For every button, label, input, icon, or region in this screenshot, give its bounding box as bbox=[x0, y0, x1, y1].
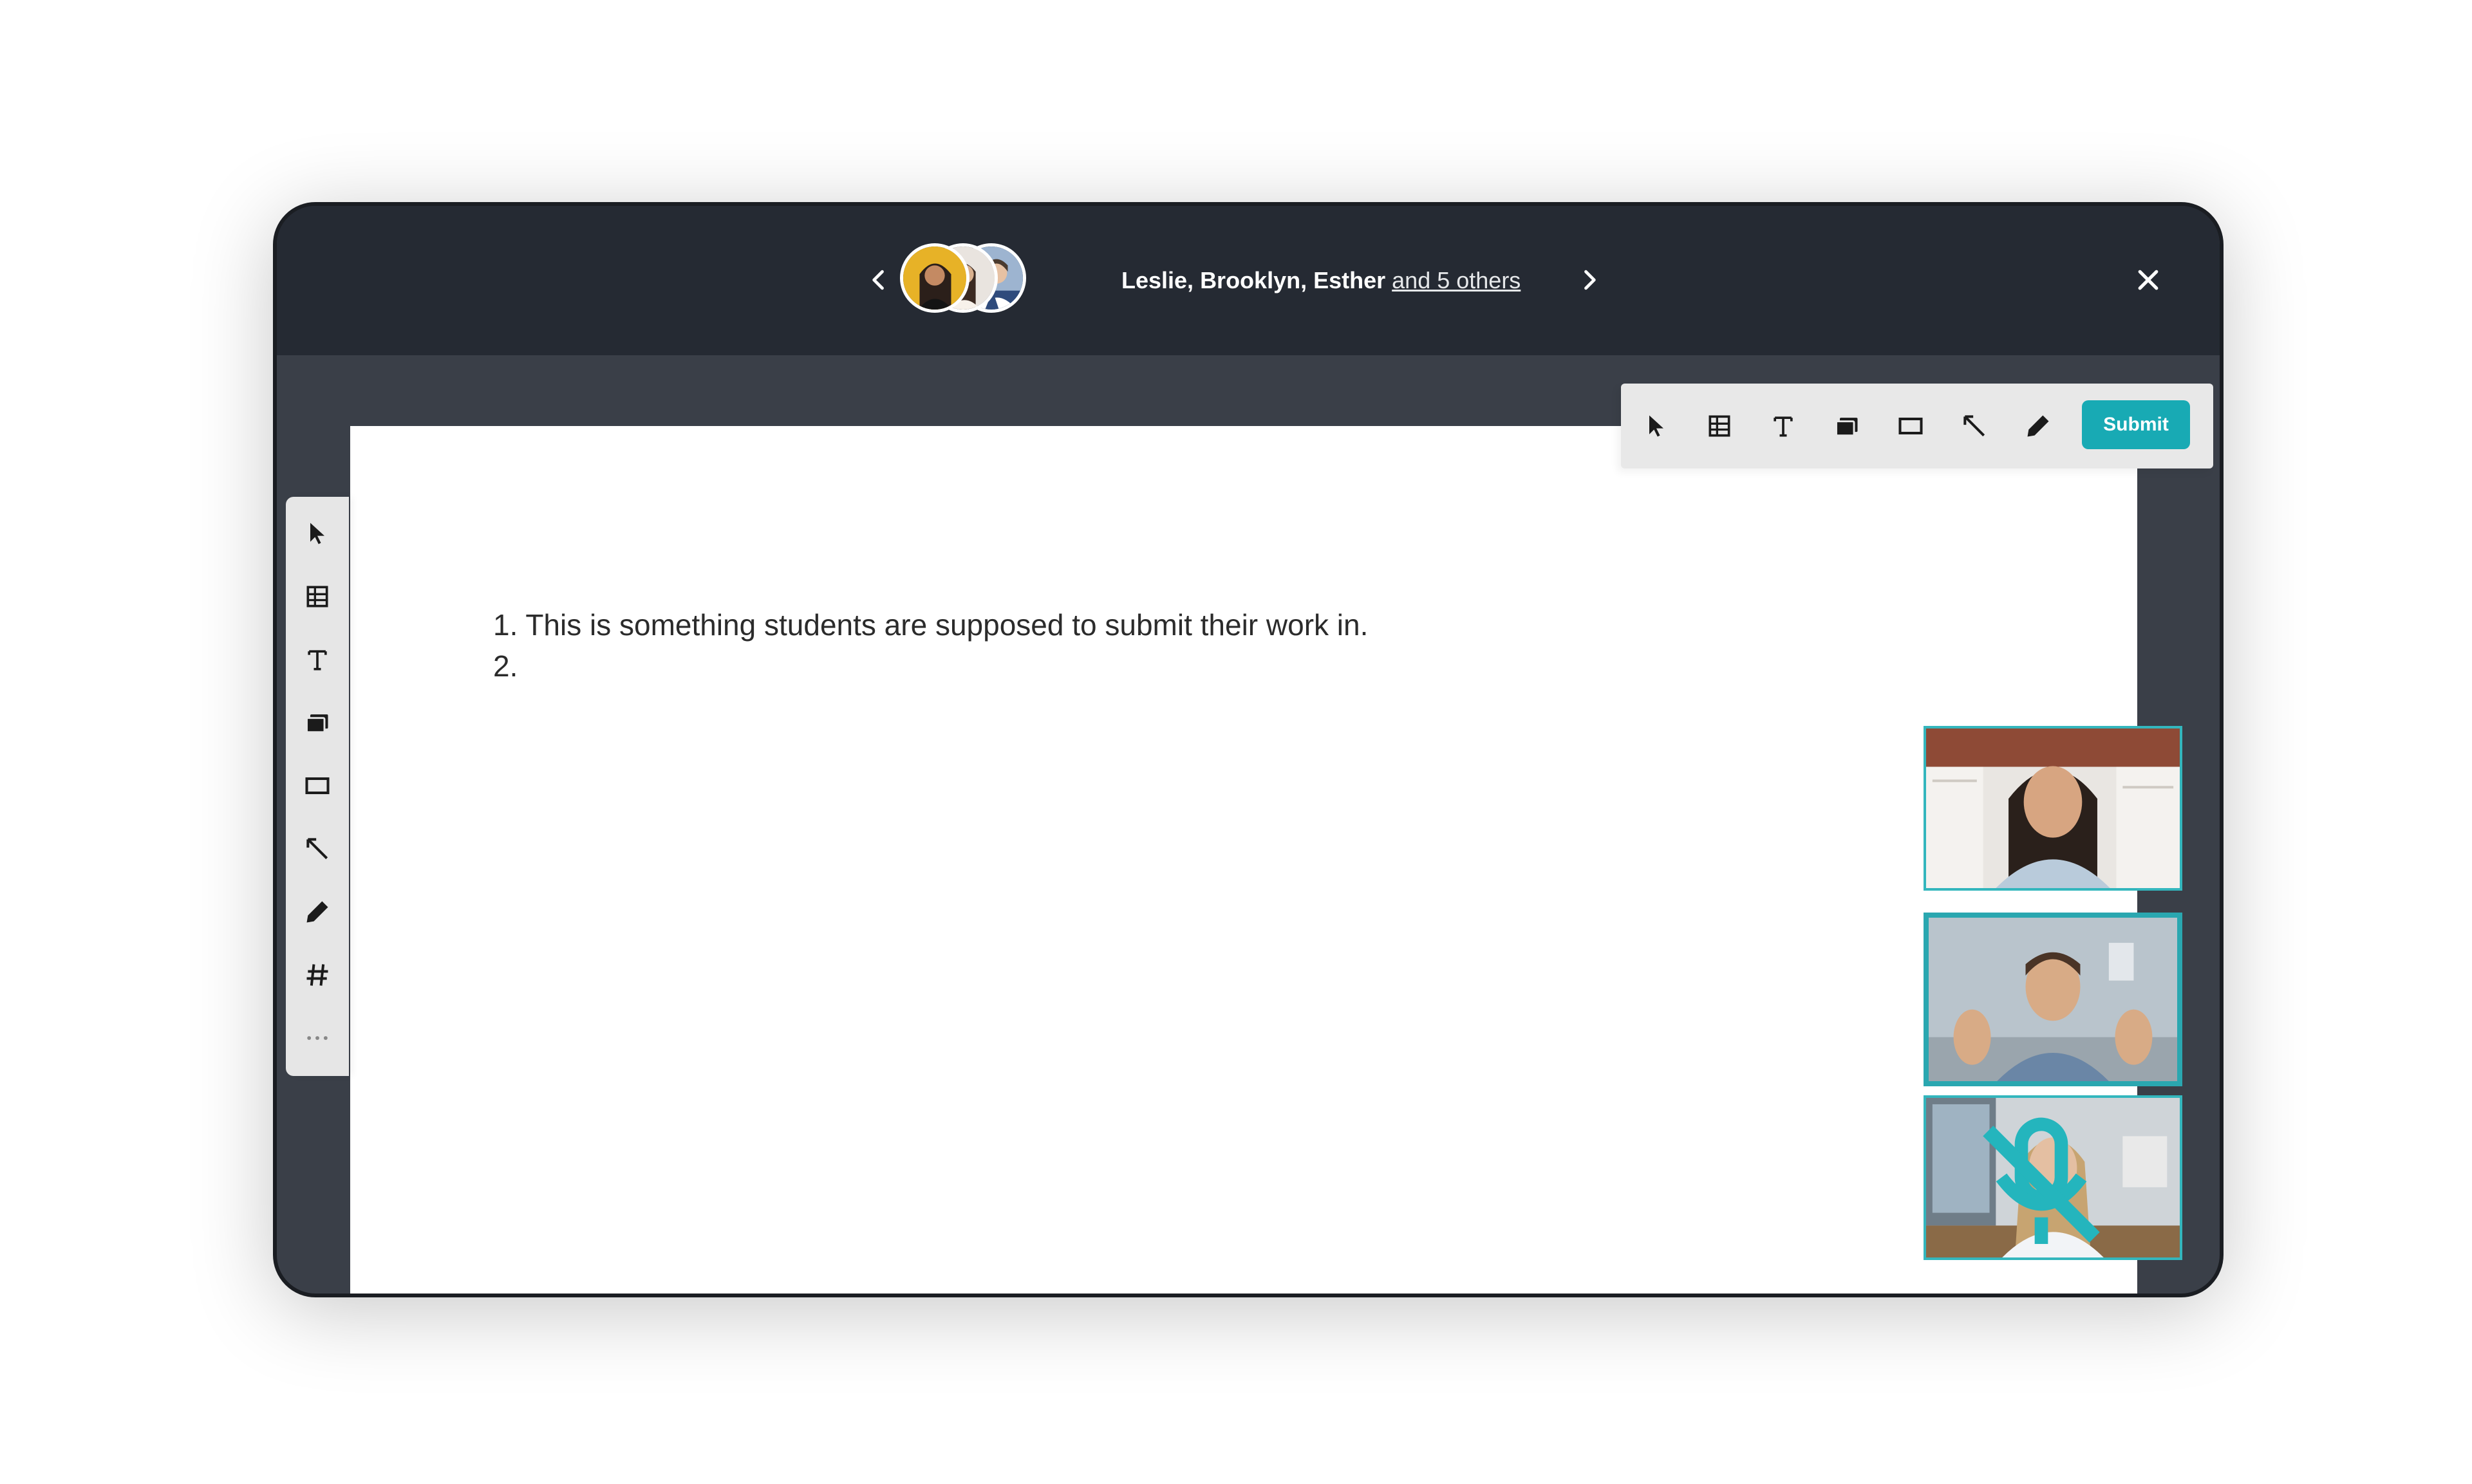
avatar-leslie bbox=[900, 243, 969, 313]
submit-button[interactable]: Submit bbox=[2082, 400, 2190, 449]
line-tool[interactable] bbox=[296, 828, 339, 870]
sticky-note-tool[interactable] bbox=[1826, 405, 1868, 447]
line-tool[interactable] bbox=[1953, 405, 1996, 447]
chevron-right-icon bbox=[1584, 270, 1596, 290]
document-line-1[interactable]: 1. This is something students are suppos… bbox=[493, 608, 1368, 642]
hashtag-icon bbox=[306, 964, 328, 986]
previous-button[interactable] bbox=[856, 257, 901, 302]
pen-tool[interactable] bbox=[296, 891, 339, 933]
participants-label: Leslie, Brooklyn, Esther and 5 others bbox=[1121, 266, 1521, 295]
cursor-icon bbox=[310, 523, 324, 544]
text-tool[interactable] bbox=[296, 638, 339, 681]
grid-tool[interactable] bbox=[296, 954, 339, 996]
close-button[interactable] bbox=[2126, 257, 2171, 302]
rectangle-tool[interactable] bbox=[296, 765, 339, 807]
sticky-note-tool[interactable] bbox=[296, 701, 339, 744]
participant-video-1[interactable] bbox=[1924, 726, 2182, 891]
video-feed-man-waving bbox=[1929, 918, 2177, 1081]
cursor-icon bbox=[1649, 415, 1663, 437]
table-tool[interactable] bbox=[1698, 405, 1741, 447]
participant-names: Leslie, Brooklyn, Esther bbox=[1121, 267, 1386, 293]
video-feed-woman-smiling bbox=[1926, 728, 2180, 888]
line-arrow-icon bbox=[306, 838, 328, 860]
whiteboard-canvas[interactable]: 1. This is something students are suppos… bbox=[350, 426, 2137, 1294]
document-line-2[interactable]: 2. bbox=[493, 649, 518, 683]
text-icon bbox=[1774, 416, 1793, 437]
header-bar: Leslie, Brooklyn, Esther and 5 others bbox=[277, 206, 2220, 355]
select-tool[interactable] bbox=[1635, 405, 1678, 447]
top-right-toolbar: Submit bbox=[1621, 384, 2213, 468]
chevron-left-icon bbox=[872, 270, 884, 290]
table-tool[interactable] bbox=[296, 575, 339, 618]
text-icon bbox=[308, 650, 327, 671]
select-tool[interactable] bbox=[296, 512, 339, 555]
next-button[interactable] bbox=[1567, 257, 1612, 302]
rectangle-icon bbox=[1898, 417, 1923, 435]
pen-icon bbox=[306, 901, 328, 923]
line-arrow-icon bbox=[1963, 415, 1985, 437]
participant-video-3[interactable] bbox=[1924, 1095, 2182, 1260]
sticky-note-icon bbox=[1835, 418, 1858, 437]
table-icon bbox=[306, 586, 328, 608]
microphone-muted-icon bbox=[1983, 1117, 2100, 1244]
more-dots-icon bbox=[307, 1036, 328, 1040]
more-tools-button[interactable] bbox=[296, 1017, 339, 1059]
app-window: Leslie, Brooklyn, Esther and 5 others 1.… bbox=[273, 202, 2224, 1297]
close-icon bbox=[2138, 270, 2158, 290]
table-icon bbox=[1709, 415, 1730, 437]
pen-tool[interactable] bbox=[2017, 405, 2059, 447]
participant-video-2[interactable] bbox=[1924, 913, 2182, 1086]
left-toolbar bbox=[286, 497, 349, 1076]
text-tool[interactable] bbox=[1762, 405, 1804, 447]
pen-icon bbox=[2027, 415, 2049, 437]
sticky-note-icon bbox=[306, 714, 328, 734]
more-participants-link[interactable]: and 5 others bbox=[1392, 267, 1521, 293]
rectangle-icon bbox=[305, 777, 330, 795]
rectangle-tool[interactable] bbox=[1889, 405, 1932, 447]
